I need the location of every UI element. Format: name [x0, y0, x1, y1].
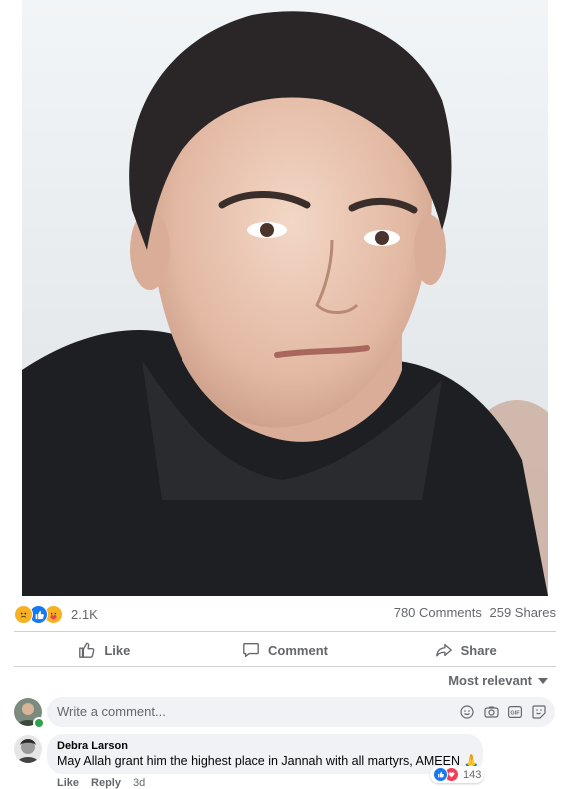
svg-text:GIF: GIF — [510, 711, 520, 717]
caret-down-icon — [538, 677, 548, 684]
comment-bubble: Debra Larson May Allah grant him the hig… — [47, 734, 483, 774]
share-icon — [435, 643, 452, 657]
share-button[interactable]: Share — [375, 636, 556, 664]
comment-button[interactable]: Comment — [195, 636, 376, 664]
comment-icon — [243, 643, 259, 657]
comment-reaction-count: 143 — [463, 768, 482, 781]
commenter-avatar[interactable] — [14, 735, 42, 763]
comment-actions: Like Reply 3d — [57, 777, 157, 789]
share-button-label: Share — [460, 642, 497, 658]
divider — [14, 631, 556, 632]
comment-sort-dropdown[interactable]: Most relevant — [448, 673, 548, 688]
comment-reply-link[interactable]: Reply — [91, 777, 121, 789]
shares-count[interactable]: 259 Shares — [490, 605, 557, 620]
comment-like-link[interactable]: Like — [57, 777, 79, 789]
thumbs-up-icon — [79, 642, 95, 658]
comment-composer[interactable]: GIF — [47, 697, 555, 727]
like-button[interactable]: Like — [14, 636, 195, 664]
like-button-label: Like — [104, 642, 131, 658]
comment-author[interactable]: Debra Larson — [57, 740, 128, 752]
comment-text: May Allah grant him the highest place in… — [57, 754, 480, 768]
post-stats: 2.1K 780 Comments 259 Shares — [14, 603, 556, 627]
gif-icon[interactable]: GIF — [507, 704, 523, 720]
sad-emoji-icon — [14, 605, 33, 624]
reactions-summary[interactable]: 2.1K — [14, 605, 98, 624]
emoji-icon[interactable] — [459, 704, 475, 720]
post-action-bar: Like Comment Share — [14, 636, 556, 664]
post-photo[interactable] — [22, 0, 548, 596]
comment-button-label: Comment — [268, 642, 328, 658]
sticker-icon[interactable] — [531, 704, 547, 720]
engagement-counts: 780 Comments 259 Shares — [390, 605, 556, 620]
online-status-dot — [33, 717, 45, 729]
portrait-illustration — [22, 0, 548, 596]
comment-input[interactable] — [57, 704, 437, 719]
like-icon — [433, 767, 448, 782]
divider — [14, 666, 556, 667]
comment-timestamp[interactable]: 3d — [133, 777, 145, 789]
composer-icons: GIF — [451, 704, 547, 720]
comment-reactions[interactable]: 143 — [430, 766, 485, 783]
sort-label: Most relevant — [448, 673, 532, 688]
reaction-count[interactable]: 2.1K — [71, 607, 98, 622]
camera-icon[interactable] — [483, 704, 499, 720]
comments-count[interactable]: 780 Comments — [394, 605, 482, 620]
